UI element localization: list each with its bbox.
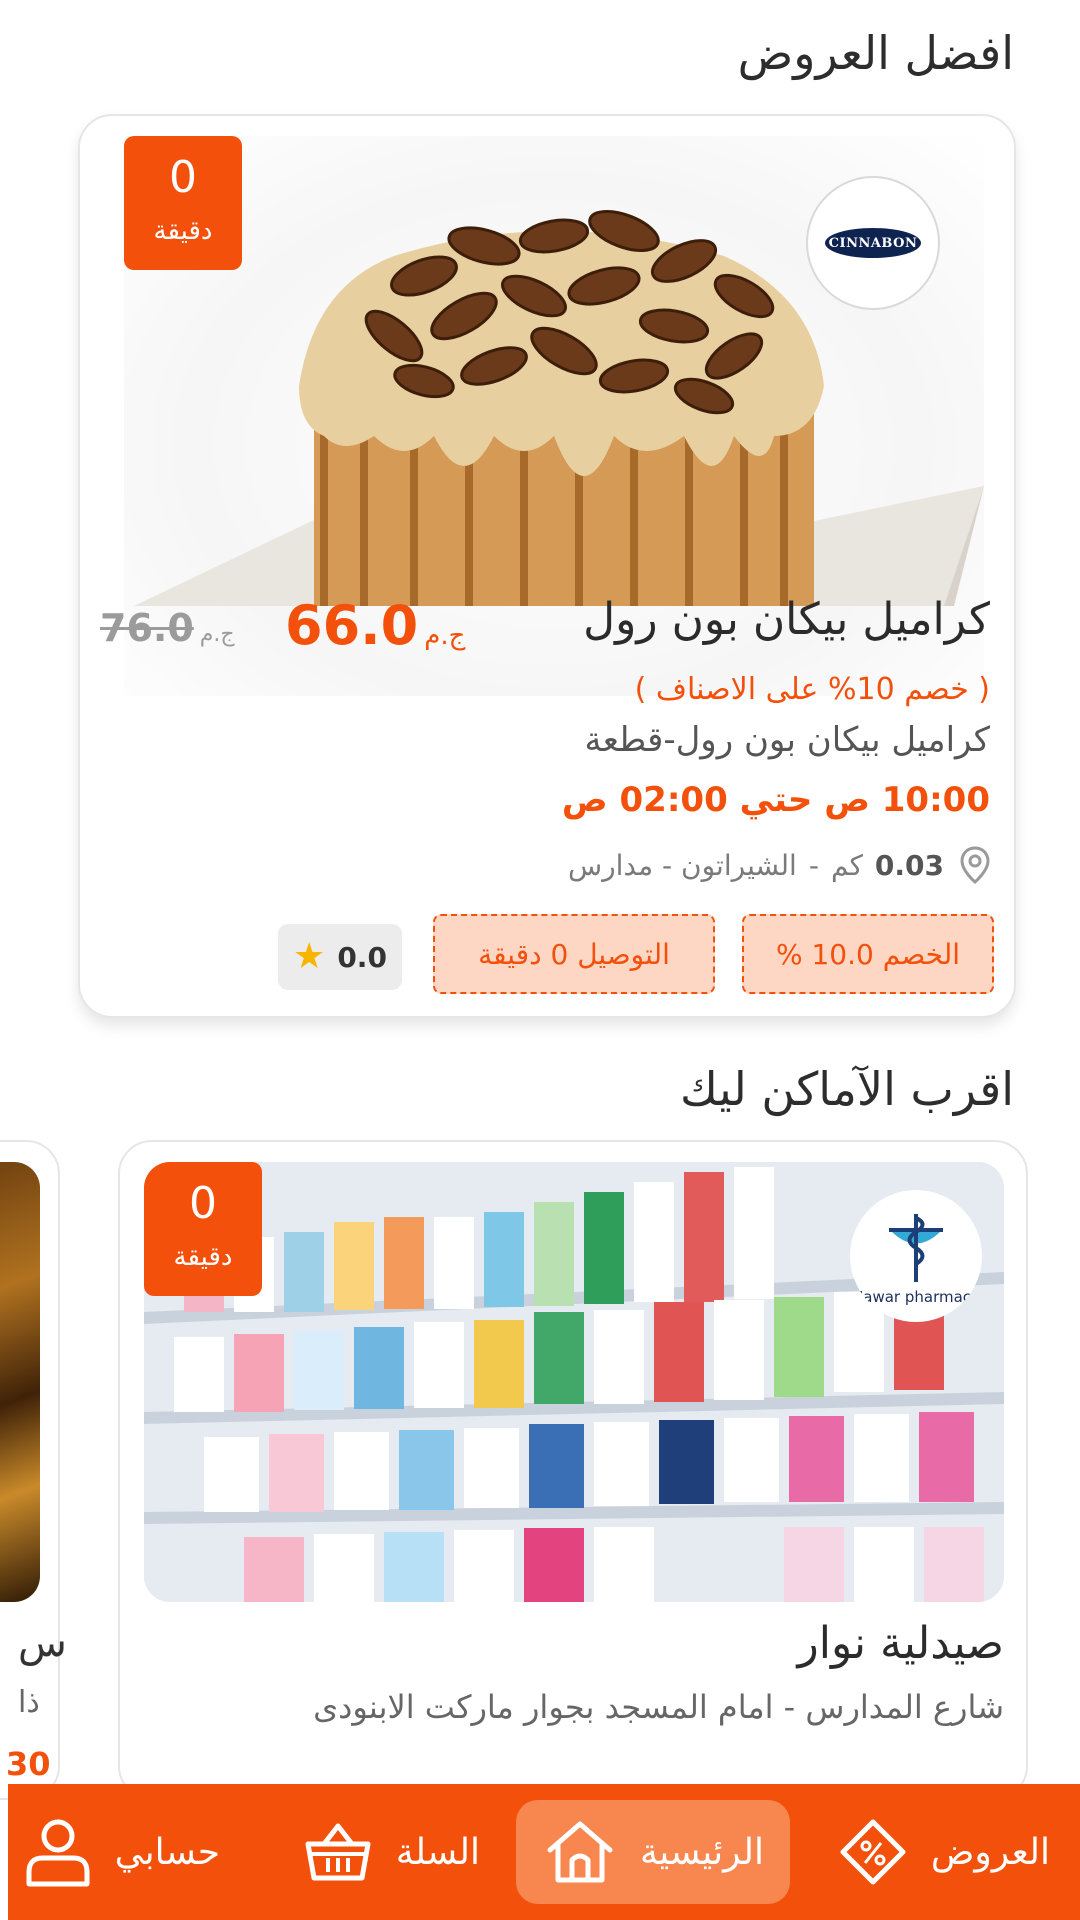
caduceus-icon — [889, 1214, 943, 1282]
bottom-nav: العروض الرئيسية السلة حسابي — [8, 1784, 1080, 1920]
price-new: 66.0 ج.م — [285, 594, 465, 657]
working-hours: 10:00 ص حتي 02:00 ص — [561, 780, 990, 820]
app-screen: افضل العروض 0 دقيقة CINNABON كراميل بيكا… — [0, 0, 1080, 1920]
price-new-currency: ج.م — [424, 621, 466, 651]
nav-offers[interactable]: العروض — [837, 1800, 1050, 1904]
user-icon — [26, 1819, 90, 1887]
home-icon — [547, 1821, 613, 1883]
product-description: كراميل بيكان بون رول-قطعة — [584, 720, 990, 760]
location-row: 0.03 كم - الشيراتون - مدارس — [568, 846, 990, 884]
star-icon: ★ — [293, 936, 326, 977]
price-old-value: 76.0 — [100, 606, 194, 650]
rating-chip: ★ 0.0 — [278, 924, 402, 990]
location-name: الشيراتون - مدارس — [567, 848, 797, 882]
distance-unit: كم — [830, 848, 863, 882]
nav-home-label: الرئيسية — [640, 1831, 764, 1873]
price-old: 76.0 ج.م — [100, 606, 235, 650]
place-address: شارع المدارس - امام المسجد بجوار ماركت ا… — [313, 1688, 1004, 1726]
offer-card[interactable]: 0 دقيقة CINNABON كراميل بيكان بون رول 66… — [78, 114, 1016, 1018]
distance-value: 0.03 — [874, 848, 944, 882]
location-separator: - — [808, 848, 819, 882]
place-peek-image — [0, 1162, 40, 1602]
price-new-value: 66.0 — [285, 594, 419, 657]
nav-account-label: حسابي — [114, 1831, 220, 1873]
nav-home[interactable]: الرئيسية — [516, 1800, 790, 1904]
peek-place-name: س — [18, 1620, 67, 1666]
place-image: 0 دقيقة Nawar pharmacy — [144, 1162, 1004, 1602]
place-name: صيدلية نوار — [797, 1618, 1004, 1669]
pharmacy-logo-caption: Nawar pharmacy — [852, 1288, 980, 1306]
price-old-currency: ج.م — [199, 622, 235, 647]
nav-offers-label: العروض — [930, 1831, 1050, 1873]
discount-chip: الخصم 10.0 % — [742, 914, 994, 994]
best-offers-title: افضل العروض — [737, 26, 1014, 80]
prep-time-badge: 0 دقيقة — [124, 136, 242, 270]
brand-logo[interactable]: CINNABON — [806, 176, 940, 310]
pharmacy-logo[interactable]: Nawar pharmacy — [850, 1190, 982, 1322]
nav-cart[interactable]: السلة — [302, 1800, 480, 1904]
prep-time-number: 0 — [169, 152, 197, 203]
place-time-badge: 0 دقيقة — [144, 1162, 262, 1296]
peek-place-address: ذا — [18, 1685, 40, 1720]
place-time-unit: دقيقة — [173, 1242, 233, 1272]
prep-time-unit: دقيقة — [153, 216, 213, 246]
delivery-chip: التوصيل 0 دقيقة — [433, 914, 715, 994]
offers-tag-icon — [840, 1819, 906, 1885]
cart-basket-icon — [305, 1823, 371, 1881]
nav-account[interactable]: حسابي — [23, 1800, 220, 1904]
nearest-places-title: اقرب الآماكن ليك — [680, 1062, 1014, 1116]
peek-place-hours: 30 — [6, 1745, 51, 1783]
place-card[interactable]: 0 دقيقة Nawar pharmacy صيدلية نوار شارع … — [118, 1140, 1028, 1800]
place-time-number: 0 — [189, 1178, 217, 1229]
product-name: كراميل بيكان بون رول — [583, 594, 990, 645]
nav-cart-label: السلة — [395, 1831, 480, 1873]
pin-icon — [960, 846, 990, 884]
rating-value: 0.0 — [337, 940, 387, 974]
brand-logo-text: CINNABON — [825, 228, 921, 258]
discount-note: ( خصم 10% على الاصناف ) — [634, 672, 990, 707]
